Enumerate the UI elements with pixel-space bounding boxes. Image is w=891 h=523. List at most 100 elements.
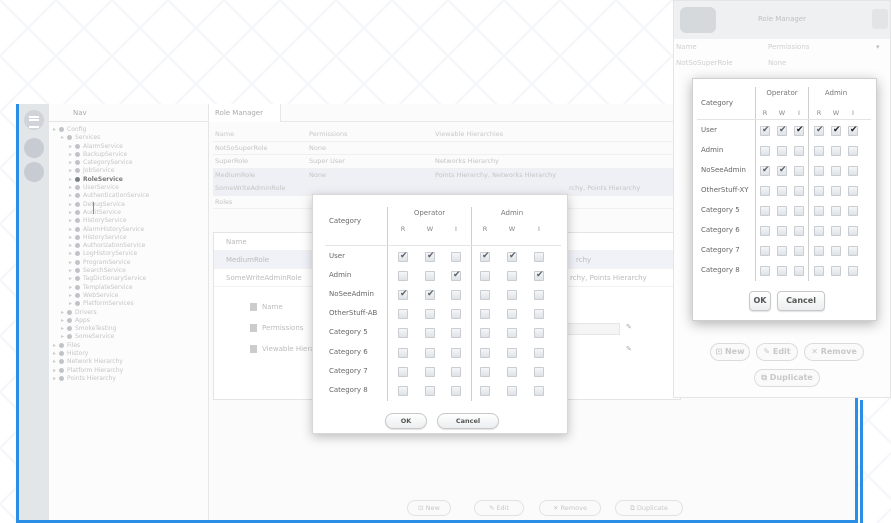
permission-checkbox[interactable] [398,309,408,320]
tree-item[interactable]: ▸ BackupService [49,151,208,159]
permission-checkbox[interactable] [848,226,858,236]
permission-checkbox[interactable] [777,226,787,236]
tree-item[interactable]: ▸ Config [49,126,208,134]
permission-checkbox[interactable] [794,246,804,256]
tree-item[interactable]: ▸ AlarmHistoryService [49,226,208,234]
chevron-right-icon[interactable]: ▸ [61,134,67,142]
tree-item[interactable]: ▸ CategoryService [49,159,208,167]
tree-item[interactable]: ▸ Drivers [49,309,208,317]
edit-button[interactable]: ✎ Edit [474,500,524,516]
tree-item[interactable]: ▸ TagDictionaryService [49,275,208,283]
permission-checkbox[interactable] [814,226,824,236]
tree-item[interactable]: ▸ HistoryService [49,217,208,225]
permission-checkbox[interactable] [814,125,824,136]
permission-checkbox[interactable] [831,146,841,156]
edit-button[interactable]: ✎ Edit [756,343,798,361]
permission-checkbox[interactable] [777,165,787,176]
permission-checkbox[interactable] [451,309,461,320]
tree-item[interactable]: ▸ WebService [49,292,208,300]
permission-checkbox[interactable] [398,347,408,358]
permission-checkbox[interactable] [794,266,804,276]
permission-checkbox[interactable] [398,366,408,377]
permission-checkbox[interactable] [425,347,435,358]
table-row[interactable]: NotSoSuperRole None [213,142,681,155]
permission-checkbox[interactable] [794,206,804,216]
pencil-icon[interactable]: ✎ [626,323,632,331]
permission-checkbox[interactable] [425,270,435,281]
permission-checkbox[interactable] [831,206,841,216]
permission-checkbox[interactable] [425,251,435,262]
permission-checkbox[interactable] [777,186,787,196]
duplicate-button[interactable]: ⧉ Duplicate [615,500,683,516]
permission-checkbox[interactable] [534,386,544,396]
tree-item[interactable]: ▸ AuthorizationService [49,242,208,250]
permission-checkbox[interactable] [507,386,517,396]
tree-item[interactable]: ▸ Points Hierarchy [49,375,208,383]
permission-checkbox[interactable] [451,386,461,396]
tree-item[interactable]: ▸ History [49,350,208,358]
duplicate-button[interactable]: ⧉ Duplicate [754,369,820,387]
permission-checkbox[interactable] [814,206,824,216]
permission-checkbox[interactable] [507,270,517,281]
permission-checkbox[interactable] [760,125,770,136]
permission-checkbox[interactable] [814,186,824,196]
permission-checkbox[interactable] [480,290,490,300]
permission-checkbox[interactable] [760,266,770,276]
permission-checkbox[interactable] [760,246,770,256]
permission-checkbox[interactable] [848,266,858,276]
permission-checkbox[interactable] [534,251,544,262]
permission-checkbox[interactable] [507,290,517,300]
permission-checkbox[interactable] [831,166,841,176]
permission-checkbox[interactable] [831,125,841,136]
permission-checkbox[interactable] [480,366,490,377]
permission-checkbox[interactable] [425,366,435,377]
chevron-right-icon[interactable]: ▸ [69,275,75,283]
permission-checkbox[interactable] [848,125,858,136]
chevron-down-icon[interactable]: ▾ [876,43,880,51]
permission-checkbox[interactable] [794,125,804,136]
permission-checkbox[interactable] [760,206,770,216]
chevron-right-icon[interactable]: ▸ [69,159,75,167]
permission-checkbox[interactable] [794,166,804,176]
permission-checkbox[interactable] [480,386,490,396]
permission-checkbox[interactable] [534,270,544,281]
remove-button[interactable]: ✕ Remove [539,500,601,516]
permission-checkbox[interactable] [534,290,544,300]
cancel-button[interactable]: Cancel [777,291,825,311]
tree-item[interactable]: ▸ ProgramService [49,259,208,267]
chevron-right-icon[interactable]: ▸ [69,217,75,225]
permission-checkbox[interactable] [831,266,841,276]
permission-checkbox[interactable] [760,165,770,176]
permission-checkbox[interactable] [534,309,544,320]
permission-checkbox[interactable] [794,186,804,196]
table-row[interactable]: SuperRole Super User Networks Hierarchy [213,155,681,169]
table-row[interactable]: NotSoSuperRole None [676,59,890,67]
tree-item[interactable]: ▸ RoleService [49,176,208,184]
chevron-right-icon[interactable]: ▸ [69,184,75,192]
new-button[interactable]: ⊡ New [407,500,451,516]
permission-checkbox[interactable] [848,206,858,216]
permission-checkbox[interactable] [760,146,770,156]
close-icon[interactable] [872,9,888,29]
permission-checkbox[interactable] [451,251,461,262]
permissions-input[interactable] [560,323,620,335]
permission-checkbox[interactable] [831,226,841,236]
permission-checkbox[interactable] [507,366,517,377]
column-header-name[interactable]: Name [215,128,234,142]
permission-checkbox[interactable] [534,328,544,339]
permission-checkbox[interactable] [814,166,824,176]
permission-checkbox[interactable] [451,347,461,358]
tree-item[interactable]: ▸ SmokeTesting [49,325,208,333]
ok-button[interactable]: OK [385,413,427,429]
column-header-permissions[interactable]: Permissions [768,43,809,51]
permission-checkbox[interactable] [777,266,787,276]
permission-checkbox[interactable] [507,328,517,339]
permission-checkbox[interactable] [398,328,408,339]
pencil-icon[interactable]: ✎ [626,345,632,353]
tree-item[interactable]: ▸ SomeService [49,333,208,341]
permission-checkbox[interactable] [451,270,461,281]
permission-checkbox[interactable] [760,226,770,236]
permission-checkbox[interactable] [451,290,461,300]
permission-checkbox[interactable] [777,125,787,136]
permission-checkbox[interactable] [794,226,804,236]
